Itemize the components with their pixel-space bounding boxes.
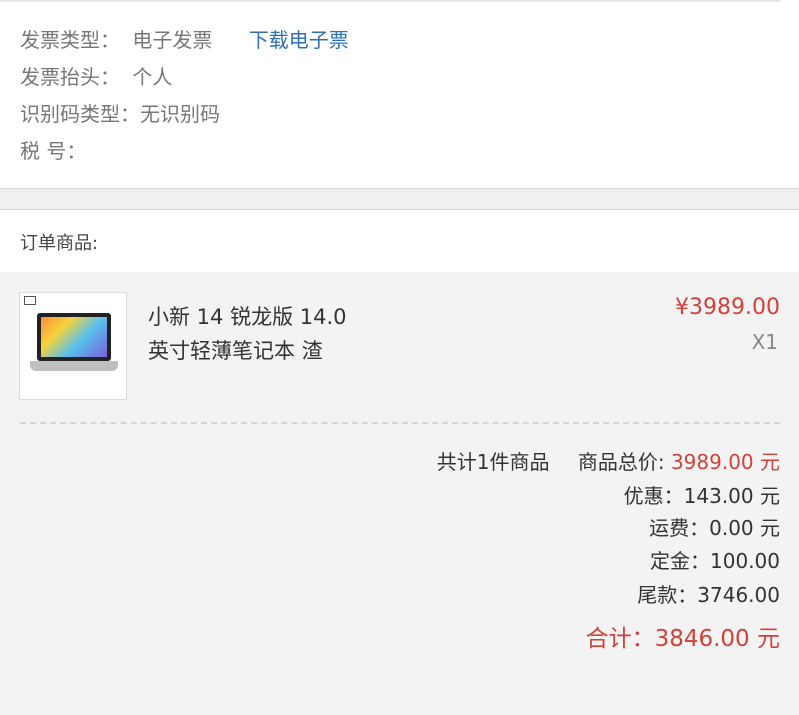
product-title[interactable]: 小新 14 锐龙版 14.0 英寸轻薄笔记本 渣 — [148, 300, 378, 368]
tax-number-row: 税 号： — [20, 139, 86, 163]
discount-row: 优惠：143.00 元 — [623, 484, 780, 508]
id-type-row: 识别码类型：无识别码 — [20, 102, 220, 126]
product-title-line2: 英寸轻薄笔记本 渣 — [148, 339, 323, 363]
product-title-line1: 小新 14 锐龙版 14.0 — [148, 305, 347, 329]
invoice-type-label: 发票类型： — [20, 28, 120, 52]
invoice-type-row: 发票类型： 电子发票 下载电子票 — [20, 28, 349, 52]
product-thumbnail[interactable] — [19, 292, 127, 400]
invoice-header-row: 发票抬头： 个人 — [20, 65, 172, 89]
grand-total-row: 合计：3846.00 元 — [585, 626, 780, 652]
subtotal-label: 商品总价: — [577, 450, 665, 474]
order-products-header: 订单商品: — [0, 210, 799, 272]
order-products-label: 订单商品: — [20, 233, 99, 254]
download-invoice-link[interactable]: 下载电子票 — [249, 28, 349, 52]
invoice-header-label: 发票抬头： — [20, 65, 120, 89]
invoice-type-value: 电子发票 — [132, 28, 213, 52]
item-count: 共计1件商品 — [436, 450, 550, 474]
divider — [0, 0, 780, 2]
invoice-section: 发票类型： 电子发票 下载电子票 发票抬头： 个人 识别码类型：无识别码 税 号… — [0, 0, 799, 189]
id-type-value: 无识别码 — [140, 102, 220, 126]
shipping-row: 运费：0.00 元 — [649, 516, 780, 540]
subtotal-value: 3989.00 元 — [670, 450, 780, 474]
deposit-row: 定金：100.00 — [650, 549, 780, 573]
product-quantity: X1 — [751, 330, 778, 354]
badge-icon — [24, 296, 36, 305]
dashed-divider — [20, 422, 780, 424]
product-price: ¥3989.00 — [675, 295, 780, 320]
tax-number-label: 税 号： — [20, 139, 87, 163]
id-type-label: 识别码类型： — [20, 102, 140, 126]
invoice-header-value: 个人 — [132, 65, 173, 89]
laptop-icon — [37, 313, 111, 361]
section-gap — [0, 189, 799, 210]
summary-total-row: 共计1件商品 商品总价: 3989.00 元 — [437, 446, 780, 475]
balance-row: 尾款：3746.00 — [637, 583, 780, 607]
